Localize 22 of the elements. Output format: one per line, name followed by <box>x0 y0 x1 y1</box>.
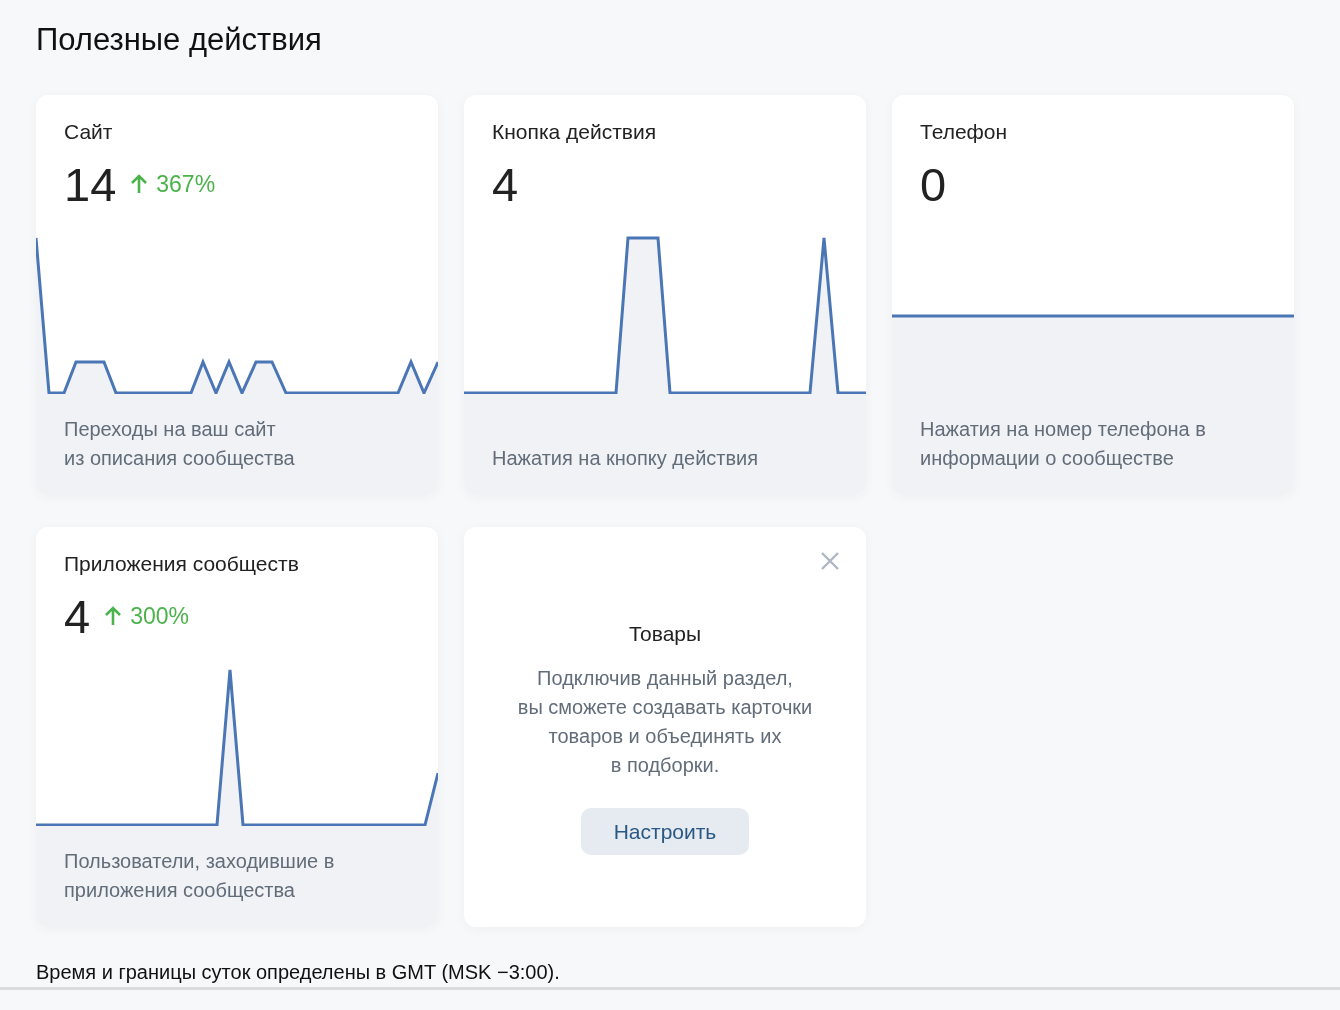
stat-value: 4 <box>492 156 519 212</box>
stat-value: 14 <box>64 156 117 212</box>
section-title: Полезные действия <box>36 21 323 59</box>
timezone-note: Время и границы суток определены в GMT (MSK −3:00). <box>36 961 561 984</box>
close-icon[interactable] <box>820 551 840 571</box>
arrow-up-icon <box>130 174 149 194</box>
promo-text: Подключив данный раздел, вы сможете создавать карточки товаров и объединять их в подборки. <box>517 666 813 778</box>
card-description: Нажатия на номер телефона в информации о сообществе <box>920 417 1206 471</box>
change-percent: 367% <box>156 170 216 198</box>
card-title: Приложения сообществ <box>64 551 300 577</box>
card-description: Переходы на ваш сайт из описания сообщества <box>64 417 295 471</box>
card-description: Пользователи, заходившие в приложения сообщества <box>64 849 335 903</box>
promo-title: Товары <box>628 621 702 647</box>
card-description: Нажатия на кнопку действия <box>492 446 759 471</box>
card-title: Телефон <box>920 119 1009 145</box>
stat-value: 4 <box>64 588 91 644</box>
stat-value: 0 <box>920 156 947 212</box>
arrow-up-icon <box>104 606 123 626</box>
card-title: Сайт <box>64 119 114 145</box>
change-percent: 300% <box>130 602 189 630</box>
setup-button[interactable]: Настроить <box>581 808 749 855</box>
card-title: Кнопка действия <box>492 119 658 145</box>
